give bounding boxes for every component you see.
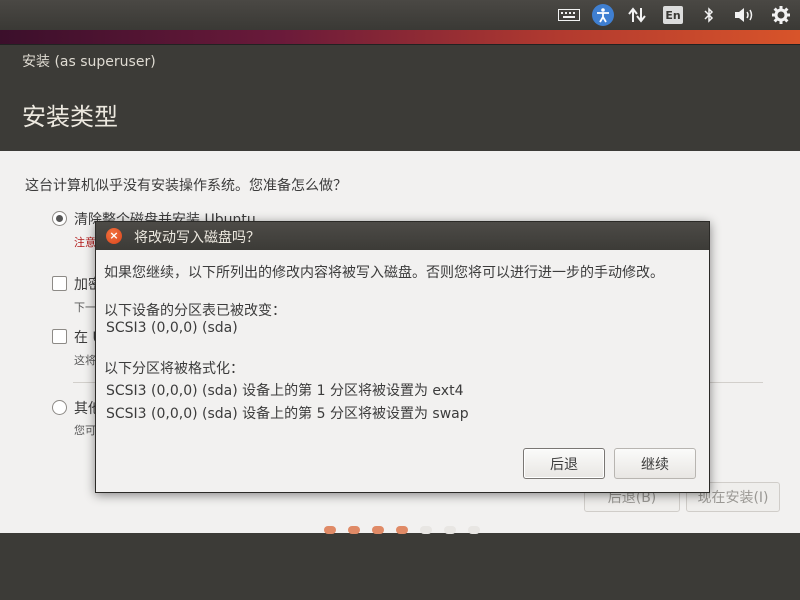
- accessibility-icon[interactable]: [592, 4, 614, 26]
- input-method-label: En: [663, 6, 683, 24]
- bluetooth-icon[interactable]: [696, 3, 722, 27]
- progress-dot-pending: [444, 526, 456, 534]
- dialog-titlebar: × 将改动写入磁盘吗？: [96, 222, 709, 250]
- input-method-icon[interactable]: En: [660, 3, 686, 27]
- progress-dot-pending: [420, 526, 432, 534]
- dialog-title: 将改动写入磁盘吗？: [134, 230, 260, 246]
- progress-dot-done: [372, 526, 384, 534]
- radio-something-else[interactable]: [52, 400, 67, 415]
- dialog-back-button[interactable]: 后退: [523, 448, 605, 479]
- progress-dots: [324, 526, 480, 534]
- volume-icon[interactable]: [732, 3, 758, 27]
- progress-dot-pending: [468, 526, 480, 534]
- page-title: 安装类型: [22, 103, 118, 131]
- top-panel: En: [0, 0, 800, 30]
- radio-erase-disk[interactable]: [52, 211, 67, 226]
- option-encrypt-desc: 下一: [74, 301, 96, 314]
- keyboard-icon[interactable]: [556, 3, 582, 27]
- settings-icon[interactable]: [768, 3, 794, 27]
- format-item: SCSI3 (0,0,0) (sda) 设备上的第 1 分区将被设置为 ext4: [106, 383, 464, 399]
- window-footer: [0, 533, 800, 600]
- partition-table-item: SCSI3 (0,0,0) (sda): [106, 320, 238, 336]
- progress-dot-done: [324, 526, 336, 534]
- checkbox-encrypt[interactable]: [52, 276, 67, 291]
- option-something-else-desc: 您可: [74, 424, 96, 437]
- confirm-dialog: × 将改动写入磁盘吗？ 如果您继续，以下所列出的修改内容将被写入磁盘。否则您将可…: [95, 221, 710, 493]
- dialog-continue-button[interactable]: 继续: [614, 448, 696, 479]
- dialog-intro: 如果您继续，以下所列出的修改内容将被写入磁盘。否则您将可以进行进一步的手动修改。: [104, 265, 664, 281]
- close-icon[interactable]: ×: [106, 228, 122, 244]
- network-icon[interactable]: [624, 3, 650, 27]
- format-heading: 以下分区将被格式化：: [104, 361, 244, 377]
- option-erase-disk-warning: 注意: [74, 236, 96, 249]
- install-question: 这台计算机似乎没有安装操作系统。您准备怎么做？: [25, 178, 347, 194]
- window-header: 安装 (as superuser) 安装类型: [0, 45, 800, 151]
- progress-dot-done: [396, 526, 408, 534]
- format-item: SCSI3 (0,0,0) (sda) 设备上的第 5 分区将被设置为 swap: [106, 406, 469, 422]
- progress-dot-done: [348, 526, 360, 534]
- checkbox-lvm[interactable]: [52, 329, 67, 344]
- window-title: 安装 (as superuser): [22, 54, 156, 70]
- partition-tables-heading: 以下设备的分区表已被改变：: [104, 303, 286, 319]
- option-lvm-desc: 这将: [74, 354, 96, 367]
